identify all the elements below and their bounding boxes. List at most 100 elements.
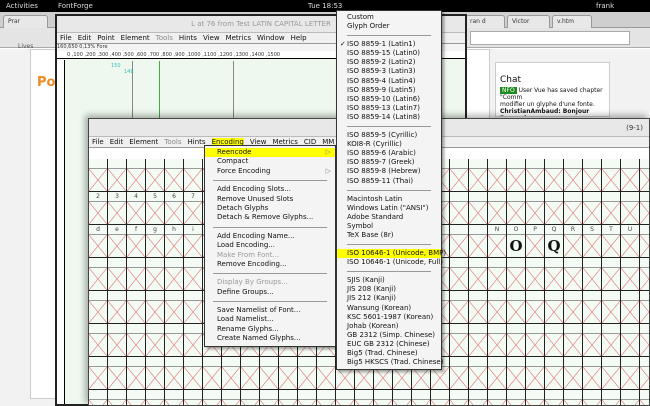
glyph-cell[interactable]: N: [488, 225, 507, 258]
menu-item[interactable]: GB 2312 (Simp. Chinese): [337, 331, 441, 340]
glyph-cell[interactable]: [146, 357, 165, 390]
glyph-cell[interactable]: [146, 159, 165, 192]
glyph-cell[interactable]: [564, 291, 583, 324]
glyph-cell[interactable]: R: [564, 225, 583, 258]
glyph-cell[interactable]: [317, 390, 336, 405]
glyph-cell[interactable]: [488, 390, 507, 405]
glyph-cell[interactable]: [583, 159, 602, 192]
glyph-cell[interactable]: [469, 225, 488, 258]
app-menu[interactable]: FontForge: [58, 0, 93, 12]
glyph-cell[interactable]: [241, 390, 260, 405]
glyph-cell[interactable]: [184, 390, 203, 405]
menu-item[interactable]: Rename Glyphs...: [205, 325, 335, 334]
glyph-cell[interactable]: [165, 291, 184, 324]
menu-item[interactable]: Add Encoding Name...: [205, 232, 335, 241]
glyph-cell[interactable]: [146, 324, 165, 357]
menu-item[interactable]: Display By Groups...: [205, 278, 335, 287]
menu-help[interactable]: Help: [291, 34, 307, 42]
menu-item[interactable]: Create Named Glyphs...: [205, 334, 335, 343]
menu-item[interactable]: Custom: [337, 13, 441, 22]
glyph-cell[interactable]: S: [583, 225, 602, 258]
menu-window[interactable]: Window: [257, 34, 285, 42]
glyph-cell[interactable]: g: [146, 225, 165, 258]
glyph-cell[interactable]: [564, 390, 583, 405]
glyph-cell[interactable]: [165, 357, 184, 390]
glyph-cell[interactable]: [564, 192, 583, 225]
glyph-cell[interactable]: [203, 357, 222, 390]
glyph-cell[interactable]: [564, 159, 583, 192]
glyph-cell[interactable]: [146, 258, 165, 291]
glyph-cell[interactable]: [393, 390, 412, 405]
glyph-cell[interactable]: h: [165, 225, 184, 258]
glyph-cell[interactable]: [184, 324, 203, 357]
menu-item[interactable]: ISO 8859-10 (Latin6): [337, 95, 441, 104]
glyph-cell[interactable]: [108, 291, 127, 324]
glyph-cell[interactable]: [640, 258, 649, 291]
menu-item[interactable]: ISO 8859-3 (Latin3): [337, 67, 441, 76]
glyph-cell[interactable]: [564, 357, 583, 390]
glyph-cell[interactable]: [545, 390, 564, 405]
glyph-cell[interactable]: [583, 357, 602, 390]
glyph-cell[interactable]: [602, 258, 621, 291]
glyph-cell[interactable]: [260, 390, 279, 405]
glyph-cell[interactable]: [279, 357, 298, 390]
glyph-cell[interactable]: [526, 192, 545, 225]
glyph-cell[interactable]: [526, 390, 545, 405]
glyph-cell[interactable]: [336, 390, 355, 405]
glyph-cell[interactable]: [469, 390, 488, 405]
glyph-cell[interactable]: [488, 258, 507, 291]
menu-item[interactable]: Define Groups...: [205, 288, 335, 297]
menu-item[interactable]: Compact: [205, 157, 335, 166]
glyph-cell[interactable]: [545, 258, 564, 291]
glyph-cell[interactable]: [317, 357, 336, 390]
user-menu[interactable]: frank: [596, 0, 614, 12]
menu-item[interactable]: ISO 8859-13 (Latin7): [337, 104, 441, 113]
glyph-cell[interactable]: [526, 357, 545, 390]
glyph-cell[interactable]: [89, 258, 108, 291]
glyph-cell[interactable]: [621, 357, 640, 390]
menu-item[interactable]: Reencode ▷: [205, 148, 335, 158]
menu-tools[interactable]: Tools: [164, 138, 181, 146]
menu-item[interactable]: Remove Encoding...: [205, 260, 335, 269]
glyph-cell[interactable]: [469, 159, 488, 192]
glyph-cell[interactable]: [146, 390, 165, 405]
glyph-cell[interactable]: [488, 291, 507, 324]
glyph-cell[interactable]: [89, 291, 108, 324]
glyph-cell[interactable]: [640, 291, 649, 324]
glyph-cell[interactable]: [222, 357, 241, 390]
menu-item[interactable]: ISO 8859-15 (Latin0): [337, 49, 441, 58]
glyph-cell[interactable]: [184, 258, 203, 291]
menu-file[interactable]: File: [60, 34, 72, 42]
glyph-cell[interactable]: [507, 324, 526, 357]
glyph-cell[interactable]: [241, 357, 260, 390]
menu-item[interactable]: Force Encoding ▷: [205, 167, 335, 176]
glyph-cell[interactable]: [583, 390, 602, 405]
glyph-cell[interactable]: [640, 192, 649, 225]
menu-item[interactable]: ISO 8859-2 (Latin2): [337, 58, 441, 67]
glyph-cell[interactable]: [507, 357, 526, 390]
glyph-cell[interactable]: [431, 390, 450, 405]
glyph-cell[interactable]: [89, 357, 108, 390]
menu-metrics[interactable]: Metrics: [226, 34, 251, 42]
glyph-cell[interactable]: [450, 357, 469, 390]
glyph-cell[interactable]: [450, 390, 469, 405]
menu-item[interactable]: JIS 208 (Kanji): [337, 285, 441, 294]
menu-item[interactable]: ISO 8859-7 (Greek): [337, 158, 441, 167]
menu-item[interactable]: ✓ ISO 8859-1 (Latin1): [337, 40, 441, 49]
glyph-cell[interactable]: [108, 324, 127, 357]
glyph-cell[interactable]: [640, 357, 649, 390]
glyph-cell[interactable]: [545, 324, 564, 357]
glyph-cell[interactable]: 4: [127, 192, 146, 225]
glyph-cell[interactable]: [621, 390, 640, 405]
menu-view[interactable]: View: [203, 34, 220, 42]
glyph-cell[interactable]: e: [108, 225, 127, 258]
menu-item[interactable]: Detach Glyphs: [205, 204, 335, 213]
menu-item[interactable]: Big5 (Trad. Chinese): [337, 349, 441, 358]
menu-item[interactable]: Johab (Korean): [337, 322, 441, 331]
browser-tab[interactable]: Prar: [3, 15, 48, 28]
glyph-cell[interactable]: [640, 225, 649, 258]
glyph-cell[interactable]: [108, 258, 127, 291]
glyph-cell[interactable]: [260, 357, 279, 390]
glyph-cell[interactable]: [602, 159, 621, 192]
menu-item[interactable]: ISO 8859-8 (Hebrew): [337, 167, 441, 176]
